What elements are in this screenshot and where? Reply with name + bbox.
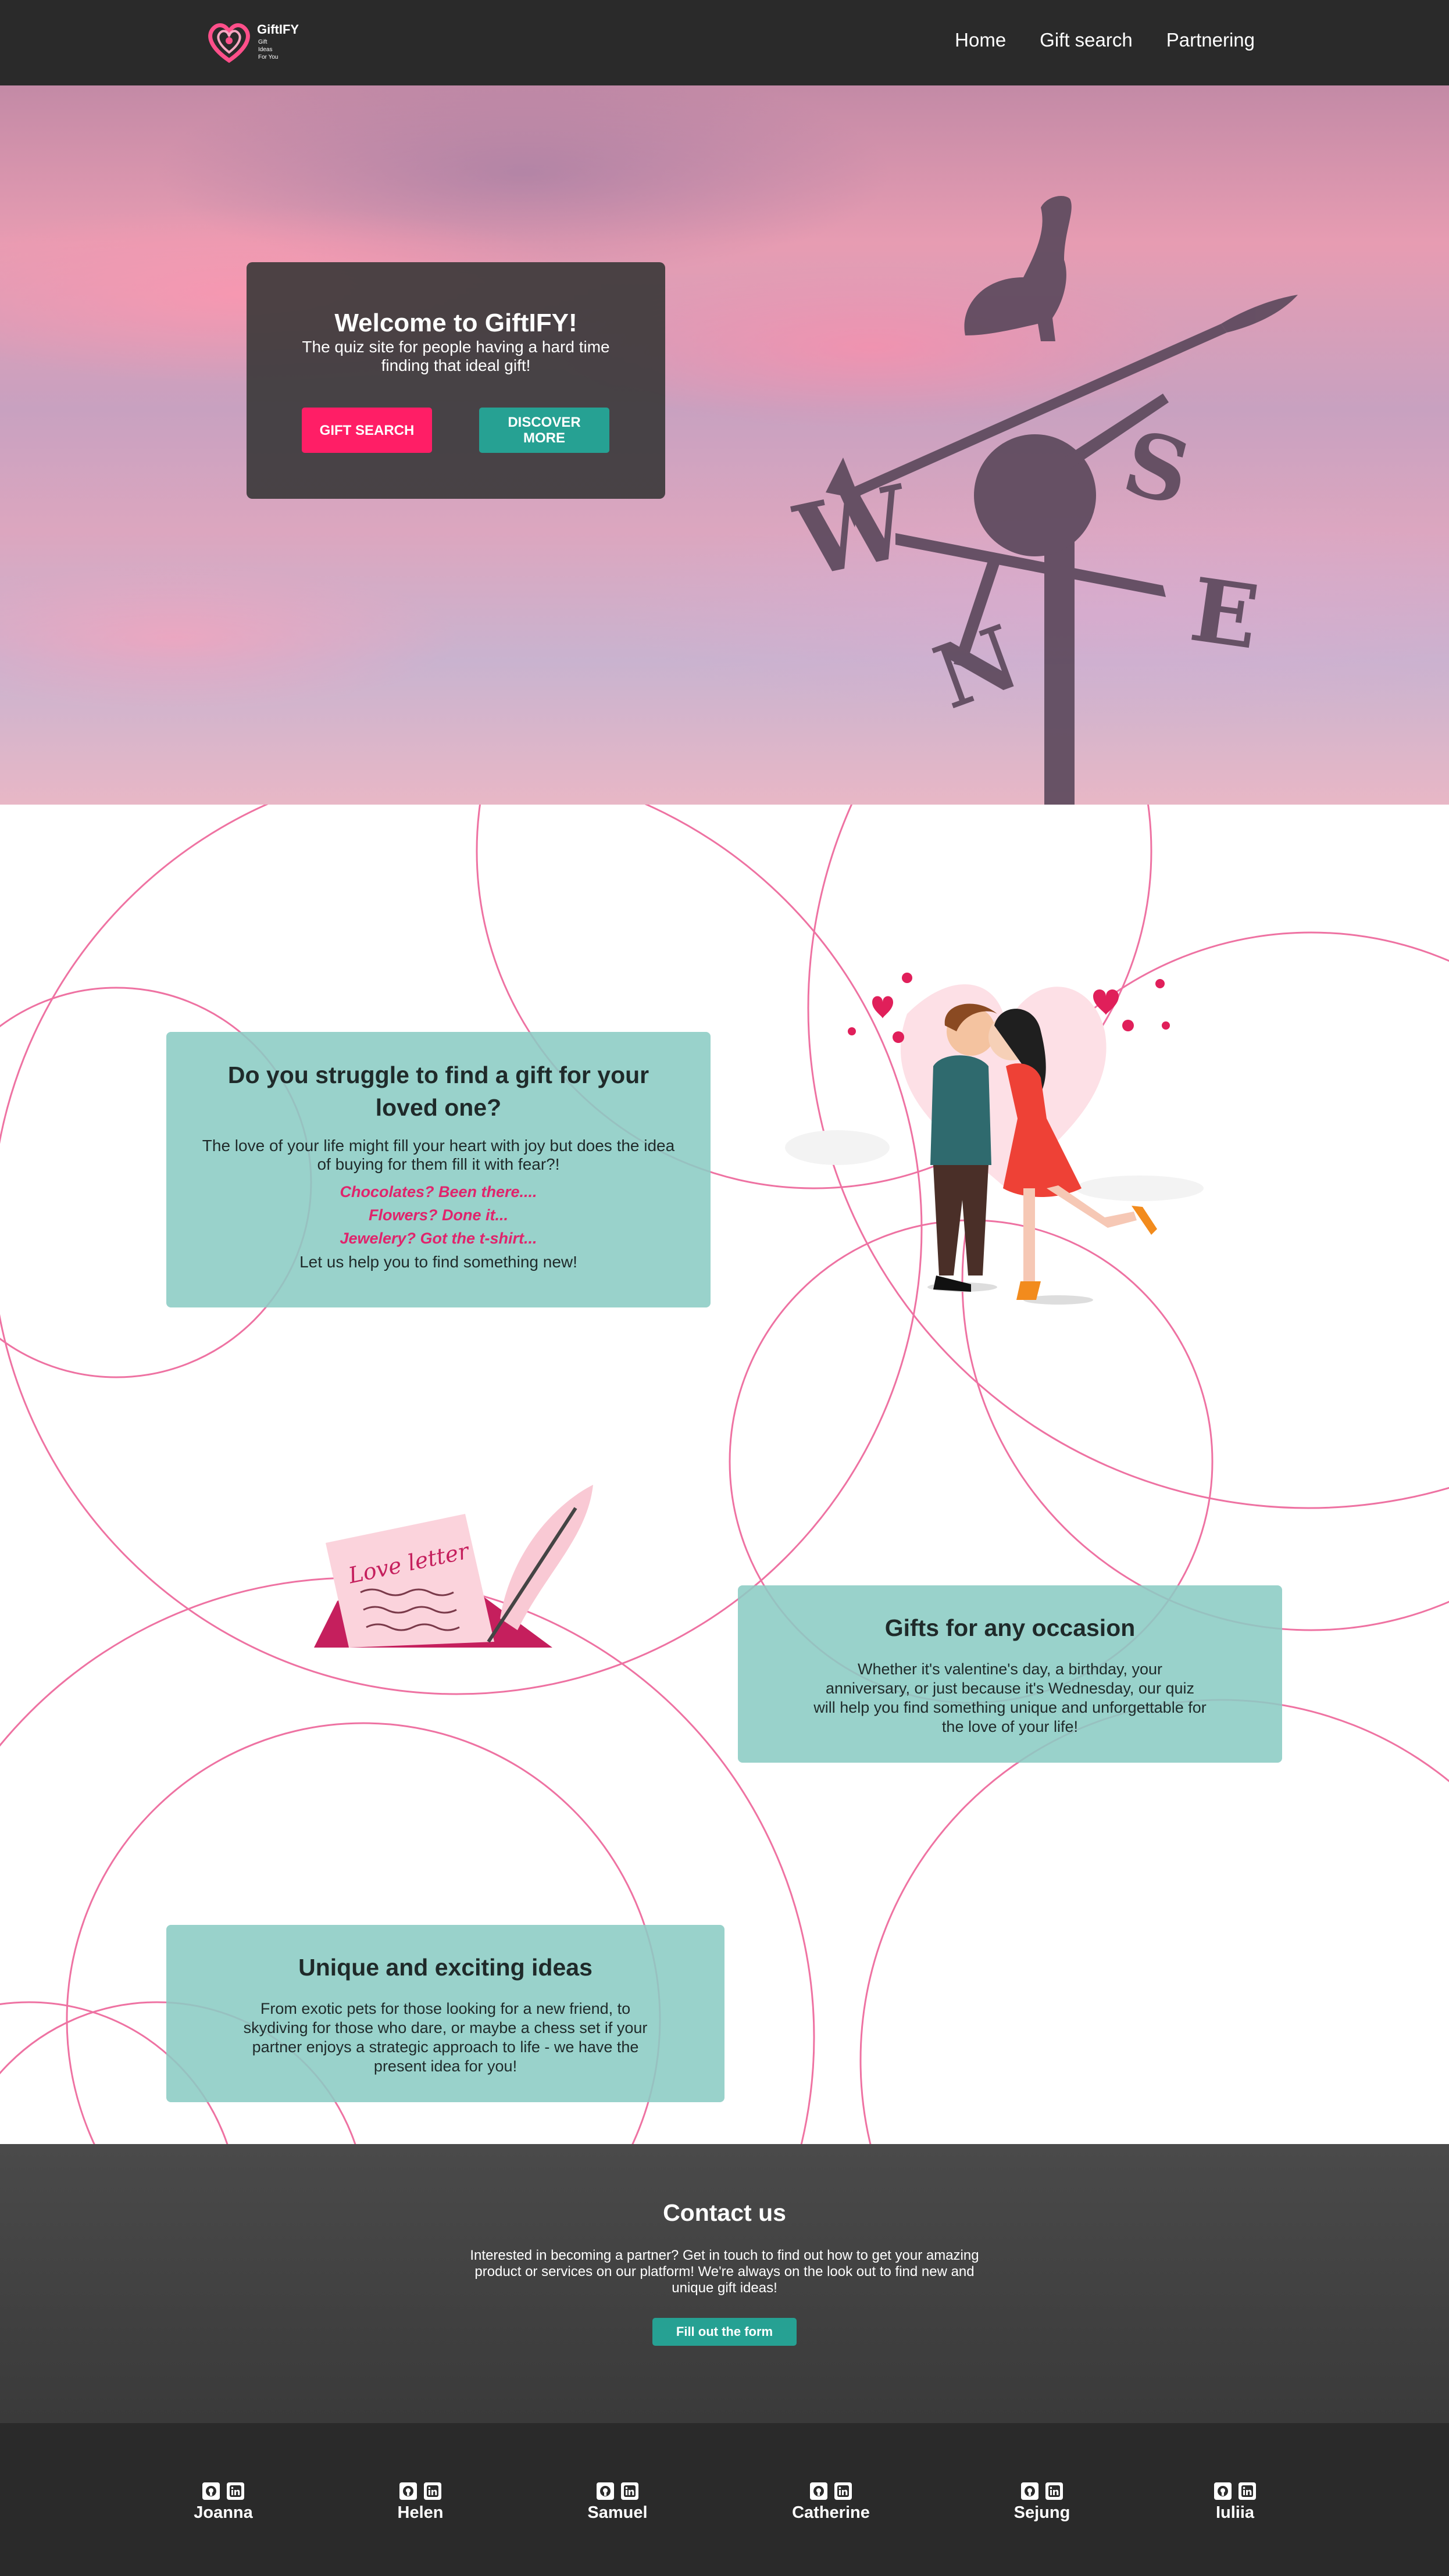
logo-tagline-line: Gift	[258, 39, 267, 45]
discover-more-button[interactable]: DISCOVER MORE	[479, 408, 609, 453]
weathervane-illustration: W S E N	[786, 196, 1298, 805]
hero-banner: W S E N Welcome to GiftIFY! The quiz sit…	[0, 85, 1449, 805]
team-member-name: Samuel	[587, 2503, 648, 2522]
nav-link-home[interactable]: Home	[955, 29, 1006, 51]
struggle-highlight-line: Jewelery? Got the t-shirt...	[340, 1230, 537, 1247]
gift-search-button[interactable]: GIFT SEARCH	[302, 408, 432, 453]
occasion-title: Gifts for any occasion	[884, 1614, 1136, 1641]
hero-subtitle: The quiz site for people having a hard t…	[302, 338, 610, 374]
github-icon[interactable]	[399, 2482, 417, 2500]
github-icon[interactable]	[1021, 2482, 1038, 2500]
contact-body: Interested in becoming a partner? Get in…	[470, 2248, 979, 2296]
welcome-card: Welcome to GiftIFY! The quiz site for pe…	[247, 262, 665, 499]
nav-links: Home Gift search Partnering	[955, 29, 1255, 51]
team-footer: Joanna Helen Samuel Catherine Sejung Iul…	[0, 2423, 1449, 2576]
unique-ideas-body: From exotic pets for those looking for a…	[243, 2000, 648, 2075]
team-member: Catherine	[773, 2482, 889, 2523]
love-letter-illustration: Love letter	[314, 1485, 593, 1648]
team-member: Sejung	[984, 2482, 1100, 2523]
svg-text:W: W	[786, 463, 920, 600]
team-member-name: Iuliia	[1215, 2503, 1255, 2522]
github-icon[interactable]	[810, 2482, 827, 2500]
logo-tagline-line: Ideas	[258, 47, 273, 53]
heart-logo-icon	[208, 23, 250, 63]
struggle-title: Do you struggle to find a gift for your …	[227, 1062, 649, 1121]
struggle-highlight-line: Flowers? Done it...	[368, 1206, 509, 1224]
team-member: Helen	[362, 2482, 479, 2523]
linkedin-icon[interactable]	[834, 2482, 852, 2500]
svg-text:N: N	[922, 606, 1032, 729]
team-member-name: Catherine	[792, 2503, 870, 2522]
struggle-highlights: Chocolates? Been there.... Flowers? Done…	[166, 1180, 711, 1250]
unique-ideas-title: Unique and exciting ideas	[298, 1954, 593, 1981]
linkedin-icon[interactable]	[227, 2482, 244, 2500]
linkedin-icon[interactable]	[621, 2482, 638, 2500]
team-member: Iuliia	[1177, 2482, 1293, 2523]
occasion-body: Whether it's valentine's day, a birthday…	[813, 1660, 1207, 1735]
linkedin-icon[interactable]	[1045, 2482, 1063, 2500]
nav-link-partnering[interactable]: Partnering	[1166, 29, 1255, 51]
nav-link-gift-search[interactable]: Gift search	[1040, 29, 1133, 51]
team-member: Samuel	[559, 2482, 676, 2523]
top-navbar: GiftIFY Gift Ideas For You Home Gift sea…	[0, 0, 1449, 85]
occasion-card: Gifts for any occasion Whether it's vale…	[738, 1585, 1282, 1763]
github-icon[interactable]	[1214, 2482, 1232, 2500]
site-logo[interactable]: GiftIFY Gift Ideas For You	[205, 19, 321, 65]
svg-text:E: E	[1184, 559, 1265, 669]
couple-illustration	[785, 973, 1204, 1305]
features-section: Love letter Do you struggle to find a gi…	[0, 805, 1449, 2144]
team-member-name: Helen	[397, 2503, 444, 2522]
unique-ideas-card: Unique and exciting ideas From exotic pe…	[166, 1925, 724, 2102]
struggle-card: Do you struggle to find a gift for your …	[166, 1032, 711, 1307]
team-member-name: Sejung	[1013, 2503, 1070, 2522]
struggle-highlight-line: Chocolates? Been there....	[340, 1183, 537, 1201]
struggle-closing: Let us help you to find something new!	[299, 1253, 577, 1271]
contact-title: Contact us	[663, 2199, 786, 2226]
contact-section: Contact us Interested in becoming a part…	[0, 2144, 1449, 2423]
github-icon[interactable]	[202, 2482, 220, 2500]
hero-title: Welcome to GiftIFY!	[334, 309, 577, 337]
github-icon[interactable]	[597, 2482, 614, 2500]
logo-tagline-line: For You	[258, 54, 279, 60]
logo-title: GiftIFY	[257, 22, 299, 37]
struggle-body: The love of your life might fill your he…	[202, 1137, 675, 1173]
linkedin-icon[interactable]	[424, 2482, 441, 2500]
fill-out-form-button[interactable]: Fill out the form	[652, 2318, 797, 2346]
team-member: Joanna	[165, 2482, 281, 2523]
team-member-name: Joanna	[194, 2503, 253, 2522]
logo-tagline: Gift Ideas For You	[258, 38, 278, 61]
linkedin-icon[interactable]	[1239, 2482, 1256, 2500]
